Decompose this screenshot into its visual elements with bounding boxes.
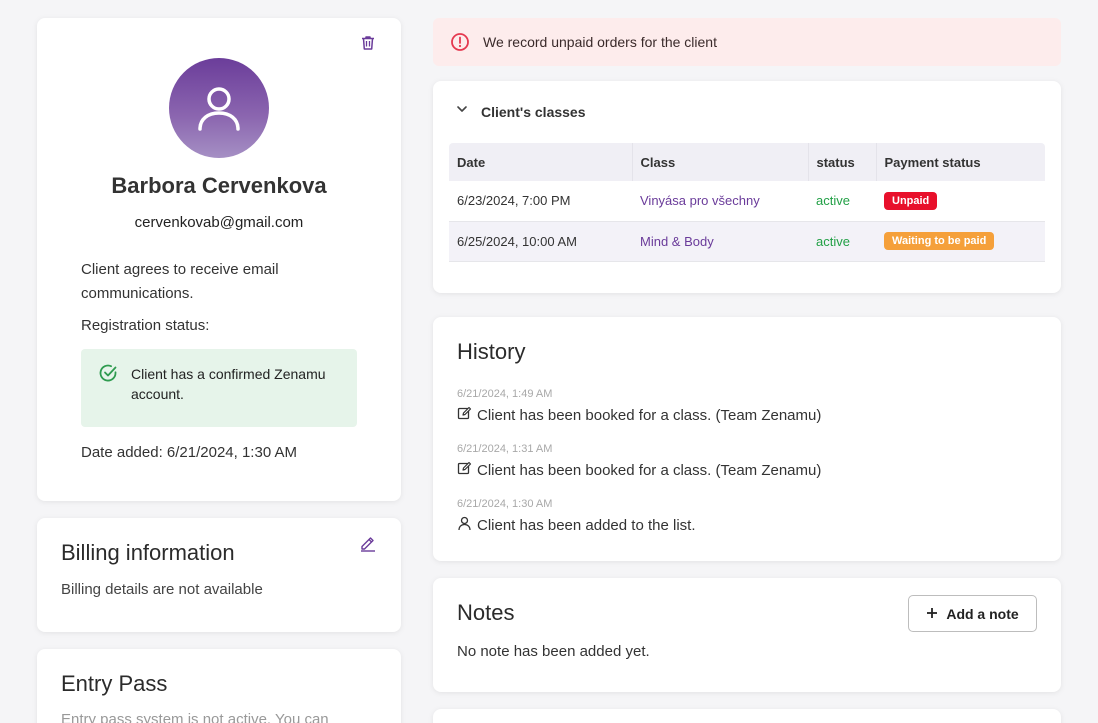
history-item: 6/21/2024, 1:30 AM Client has been added… [457, 498, 695, 535]
class-status: active [808, 181, 876, 222]
client-classes-card: Client's classes Date Class status Payme… [433, 81, 1061, 293]
user-icon [457, 516, 472, 535]
table-row: 6/23/2024, 7:00 PM Vinyása pro všechny a… [449, 181, 1045, 222]
history-time: 6/21/2024, 1:49 AM [457, 388, 553, 400]
add-note-label: Add a note [946, 605, 1019, 622]
user-icon [198, 87, 240, 131]
check-circle-icon [98, 363, 118, 383]
entry-pass-text: Entry pass system is not active. You can [61, 711, 329, 723]
history-title: History [457, 339, 526, 364]
billing-text: Billing details are not available [61, 581, 263, 598]
history-text: Client has been added to the list. [477, 517, 696, 534]
entry-pass-card: Entry Pass Entry pass system is not acti… [37, 649, 401, 723]
alert-circle-icon [450, 32, 470, 52]
classes-toggle[interactable]: Client's classes [455, 102, 586, 121]
client-name: Barbora Cervenkova [111, 173, 327, 198]
history-time: 6/21/2024, 1:31 AM [457, 443, 553, 455]
classes-table: Date Class status Payment status 6/23/20… [449, 143, 1045, 262]
payment-cell: Waiting to be paid [876, 221, 1045, 262]
trash-icon[interactable] [359, 34, 377, 52]
history-text: Client has been booked for a class. (Tea… [477, 462, 822, 479]
avatar [169, 58, 269, 158]
table-row: 6/25/2024, 10:00 AM Mind & Body active W… [449, 221, 1045, 262]
column-header[interactable]: Class [631, 143, 808, 181]
edit-icon [457, 406, 472, 425]
column-header[interactable]: Payment status [875, 143, 1045, 181]
edit-icon [457, 461, 472, 480]
email-consent-text: Client agrees to receive email communica… [81, 261, 279, 302]
history-item: 6/21/2024, 1:31 AM Client has been booke… [457, 443, 821, 480]
class-status: active [808, 221, 876, 262]
billing-card: Billing information Billing details are … [37, 518, 401, 632]
registration-status-text: Client has a confirmed Zenamu account. [131, 366, 326, 402]
chevron-down-icon [455, 102, 469, 121]
payment-cell: Unpaid [876, 181, 1045, 222]
pencil-icon[interactable] [359, 534, 377, 552]
notes-title: Notes [457, 600, 515, 625]
class-link[interactable]: Mind & Body [632, 221, 808, 262]
history-card: History 6/21/2024, 1:49 AM Client has be… [433, 317, 1061, 561]
plus-icon [926, 606, 938, 622]
notes-empty-text: No note has been added yet. [457, 643, 650, 660]
history-text: Client has been booked for a class. (Tea… [477, 407, 822, 424]
payment-status-badge: Unpaid [884, 191, 938, 210]
add-note-button[interactable]: Add a note [908, 595, 1037, 632]
unpaid-alert: We record unpaid orders for the client [433, 18, 1061, 66]
history-item: 6/21/2024, 1:49 AM Client has been booke… [457, 388, 821, 425]
date-added: Date added: 6/21/2024, 1:30 AM [81, 444, 297, 461]
next-card [433, 709, 1061, 723]
class-date: 6/25/2024, 10:00 AM [449, 221, 632, 262]
classes-title: Client's classes [481, 103, 586, 120]
registration-status-box: Client has a confirmed Zenamu account. [81, 349, 357, 427]
class-link[interactable]: Vinyása pro všechny [632, 181, 808, 222]
payment-status-badge: Waiting to be paid [884, 232, 995, 250]
billing-title: Billing information [61, 540, 235, 565]
column-header[interactable]: status [807, 143, 876, 181]
entry-pass-title: Entry Pass [61, 671, 168, 696]
client-profile-card: Barbora Cervenkova cervenkovab@gmail.com… [37, 18, 401, 501]
history-time: 6/21/2024, 1:30 AM [457, 498, 553, 510]
class-date: 6/23/2024, 7:00 PM [449, 181, 632, 222]
column-header[interactable]: Date [449, 143, 632, 181]
registration-status-label: Registration status: [81, 317, 210, 334]
alert-text: We record unpaid orders for the client [483, 34, 717, 50]
notes-card: Notes Add a note No note has been added … [433, 578, 1061, 692]
client-email: cervenkovab@gmail.com [134, 214, 304, 231]
